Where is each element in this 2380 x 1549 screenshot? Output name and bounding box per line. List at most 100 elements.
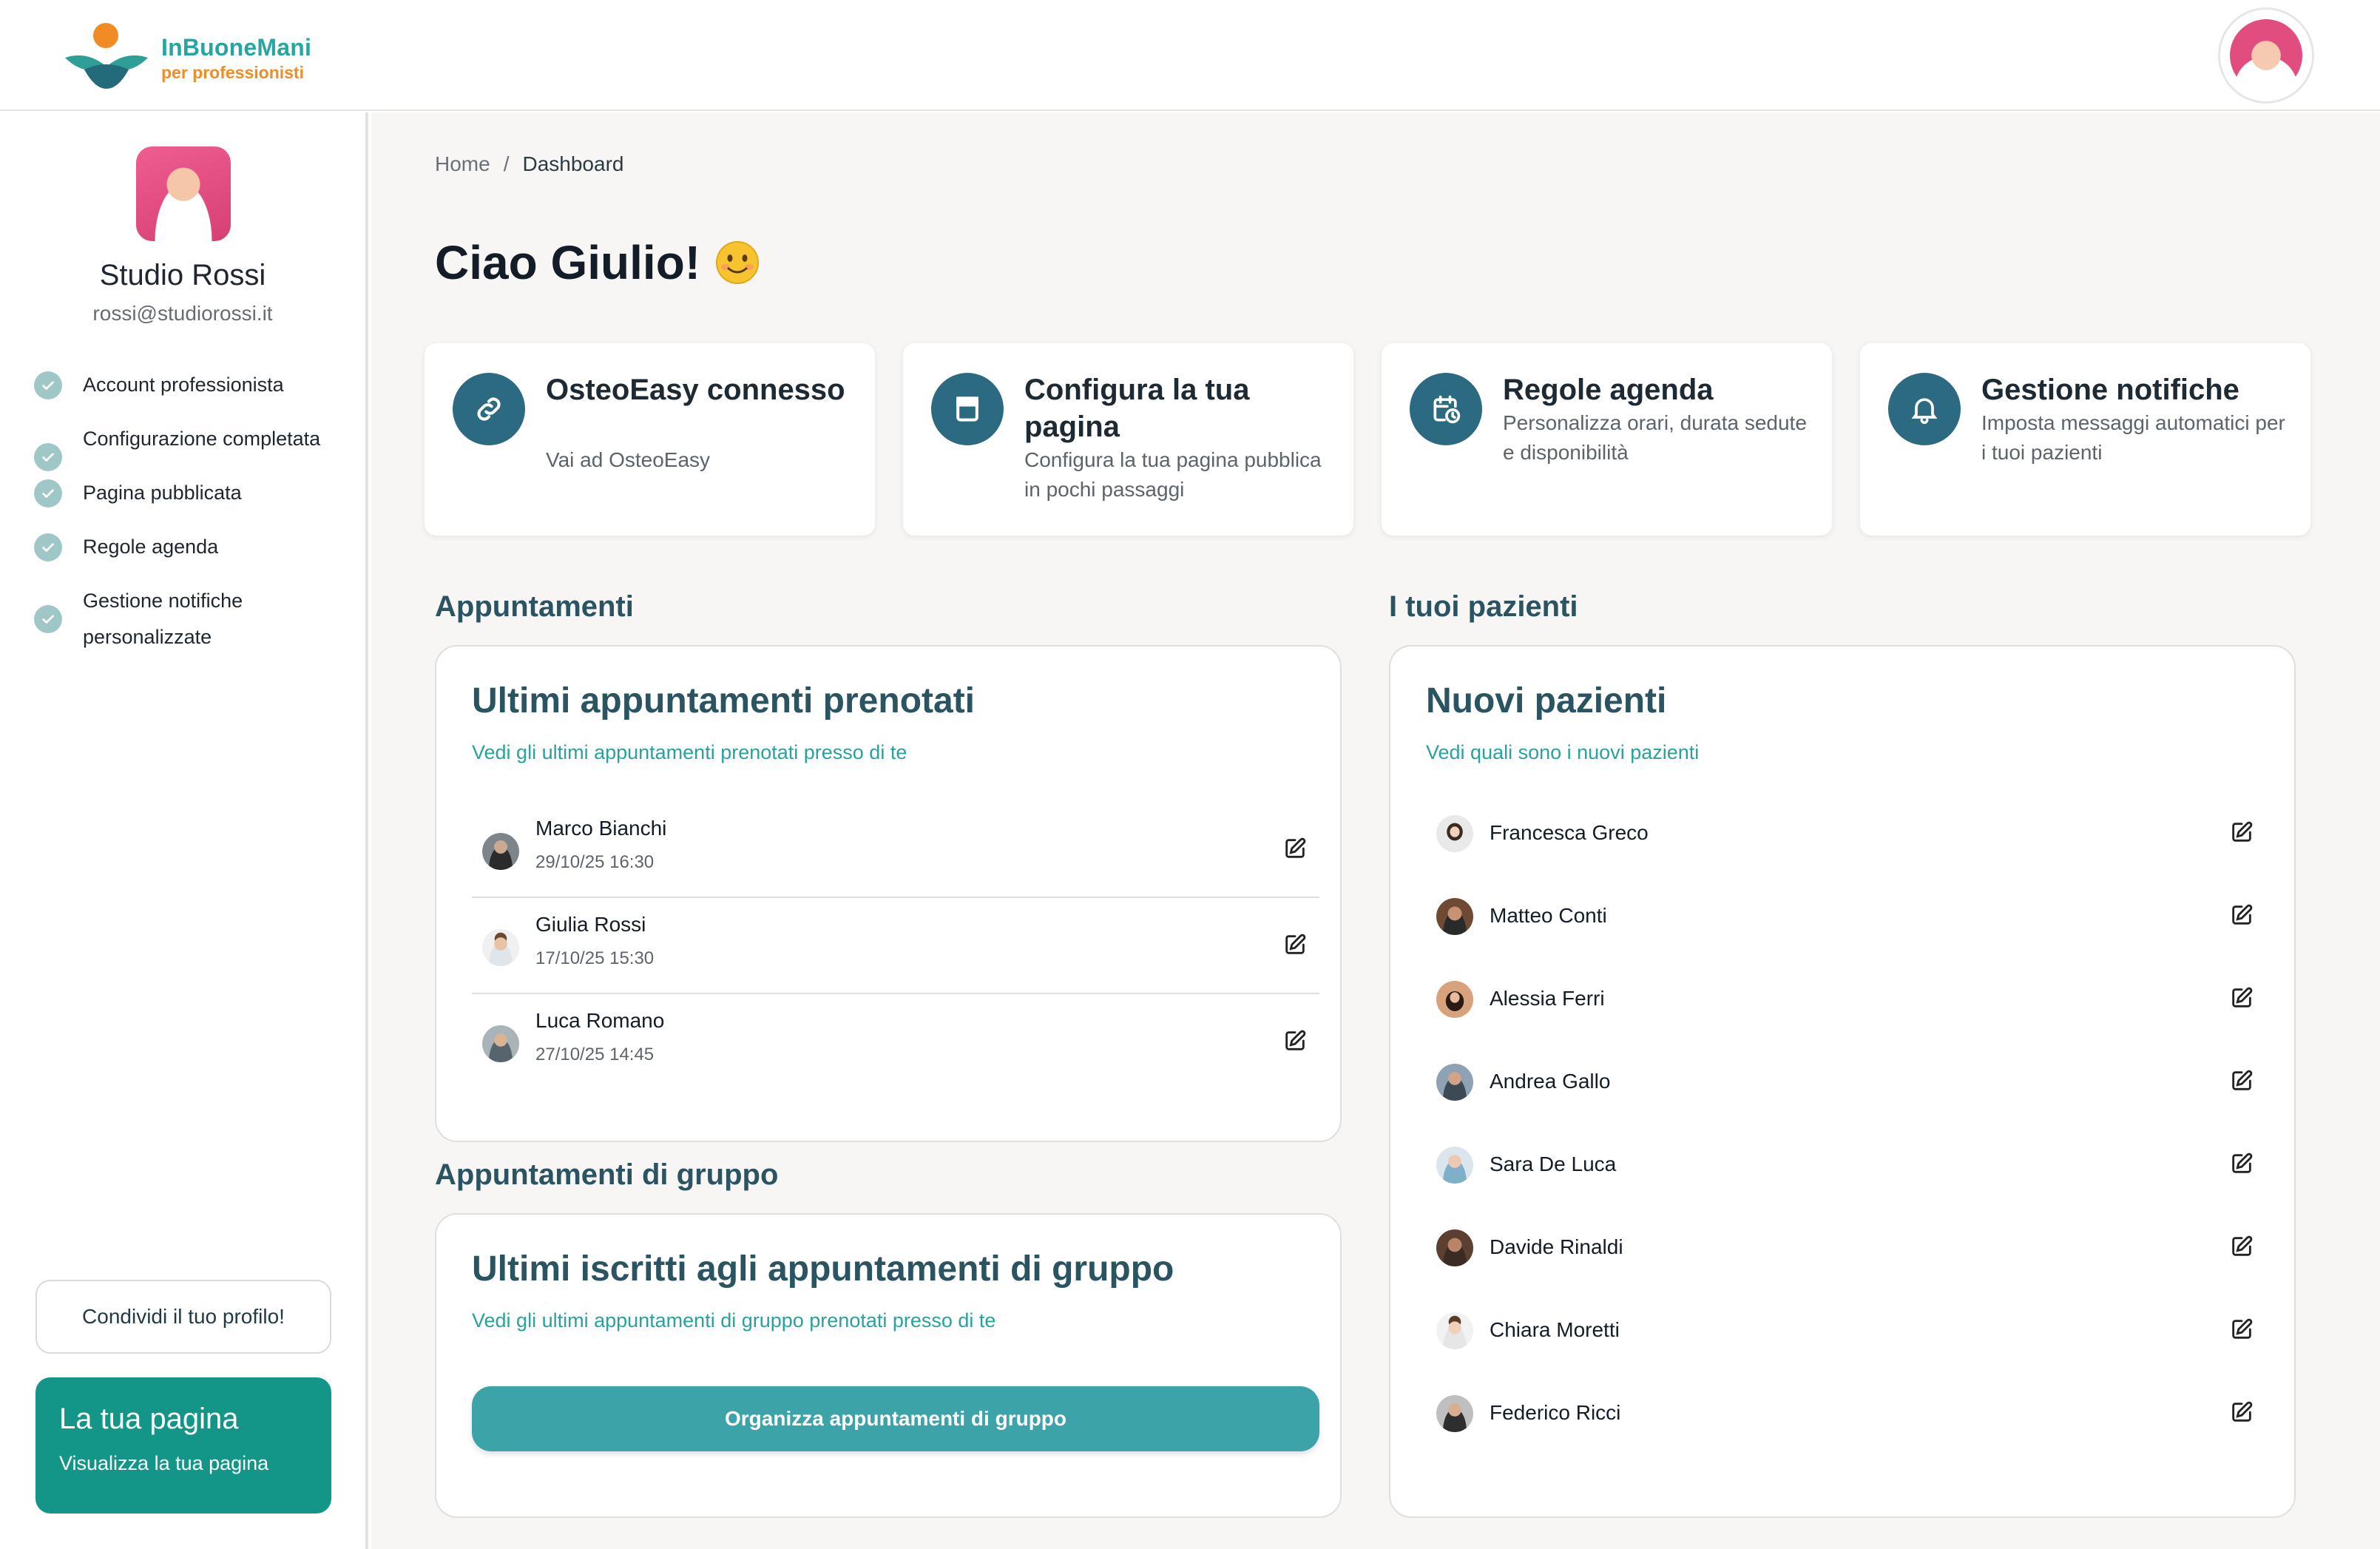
avatar xyxy=(1436,1395,1473,1432)
patients-section-title: I tuoi pazienti xyxy=(1389,590,1578,623)
appointment-row[interactable]: Marco Bianchi 29/10/25 16:30 xyxy=(472,803,1319,898)
breadcrumb: Home / Dashboard xyxy=(435,152,623,176)
breadcrumb-home[interactable]: Home xyxy=(435,152,490,176)
tile-subtitle: Configura la tua pagina pubblica in poch… xyxy=(1024,448,1322,501)
group-appointments-section-title: Appuntamenti di gruppo xyxy=(435,1158,779,1191)
user-avatar-button[interactable] xyxy=(2218,7,2314,104)
card-title: Ultimi appuntamenti prenotati xyxy=(472,681,976,720)
card-subtitle: Vedi gli ultimi appuntamenti di gruppo p… xyxy=(472,1309,996,1332)
patient-name: Francesca Greco xyxy=(1490,821,1649,844)
appointment-patient-name: Luca Romano xyxy=(535,1009,665,1032)
edit-icon[interactable] xyxy=(1282,1028,1308,1053)
onboarding-checklist: Account professionista Configurazione co… xyxy=(34,367,345,673)
edit-icon[interactable] xyxy=(2229,902,2254,928)
patient-row[interactable]: Matteo Conti xyxy=(1426,886,2262,945)
patient-row[interactable]: Sara De Luca xyxy=(1426,1135,2262,1194)
quick-actions: OsteoEasy connesso Vai ad OsteoEasy Conf… xyxy=(425,343,2310,536)
share-profile-button[interactable]: Condividi il tuo profilo! xyxy=(36,1280,331,1354)
brand-tagline: per professionisti xyxy=(161,63,304,82)
avatar xyxy=(1436,898,1473,935)
patient-row[interactable]: Francesca Greco xyxy=(1426,803,2262,863)
your-page-title: La tua pagina xyxy=(59,1403,239,1435)
page-title: Ciao Giulio! xyxy=(435,235,760,290)
brand-logo[interactable]: InBuoneMani per professionisti xyxy=(62,21,314,92)
appointment-row[interactable]: Luca Romano 27/10/25 14:45 xyxy=(472,996,1319,1090)
tile-subtitle: Imposta messaggi automatici per i tuoi p… xyxy=(1981,411,2285,464)
appointment-patient-name: Giulia Rossi xyxy=(535,913,646,936)
avatar xyxy=(1436,1229,1473,1266)
avatar xyxy=(1436,1064,1473,1101)
page-icon xyxy=(931,373,1004,445)
patient-row[interactable]: Chiara Moretti xyxy=(1426,1300,2262,1360)
profile-name: Studio Rossi xyxy=(99,259,266,291)
card-subtitle: Vedi quali sono i nuovi pazienti xyxy=(1426,741,1700,763)
breadcrumb-separator: / xyxy=(503,152,510,175)
edit-icon[interactable] xyxy=(1282,932,1308,957)
patient-row[interactable]: Davide Rinaldi xyxy=(1426,1218,2262,1277)
checklist-item-label: Account professionista xyxy=(83,374,284,396)
bell-icon xyxy=(1888,373,1961,445)
patient-name: Sara De Luca xyxy=(1490,1153,1617,1175)
check-circle-icon xyxy=(34,371,62,399)
card-subtitle: Vedi gli ultimi appuntamenti prenotati p… xyxy=(472,741,907,763)
new-patients-card: Nuovi pazienti Vedi quali sono i nuovi p… xyxy=(1389,645,2296,1518)
edit-icon[interactable] xyxy=(2229,1151,2254,1176)
main-content: Home / Dashboard Ciao Giulio! OsteoEasy … xyxy=(371,112,2380,1549)
avatar xyxy=(482,929,519,966)
edit-icon[interactable] xyxy=(2229,985,2254,1010)
patient-name: Federico Ricci xyxy=(1490,1401,1621,1424)
appointment-row[interactable]: Giulia Rossi 17/10/25 15:30 xyxy=(472,900,1319,994)
logo-mark-icon xyxy=(65,23,148,89)
group-appointments-card: Ultimi iscritti agli appuntamenti di gru… xyxy=(435,1213,1342,1518)
edit-icon[interactable] xyxy=(2229,1400,2254,1425)
tile-notifications[interactable]: Gestione notifiche Imposta messaggi auto… xyxy=(1860,343,2310,536)
appointments-section-title: Appuntamenti xyxy=(435,590,634,623)
edit-icon[interactable] xyxy=(2229,1068,2254,1093)
appointment-datetime: 29/10/25 16:30 xyxy=(535,852,655,872)
check-circle-icon xyxy=(34,605,62,633)
avatar xyxy=(1436,981,1473,1018)
top-bar: InBuoneMani per professionisti xyxy=(0,0,2380,111)
tile-title: Configura la tua pagina xyxy=(1024,374,1250,443)
profile-email: rossi@studiorossi.it xyxy=(92,302,273,325)
brand-name: InBuoneMani xyxy=(161,34,312,61)
calendar-clock-icon xyxy=(1410,373,1482,445)
tile-title: Regole agenda xyxy=(1503,374,1714,406)
appointment-datetime: 27/10/25 14:45 xyxy=(535,1045,655,1064)
edit-icon[interactable] xyxy=(1282,836,1308,861)
profile-avatar xyxy=(136,146,231,241)
check-circle-icon xyxy=(34,443,62,471)
breadcrumb-current: Dashboard xyxy=(522,152,624,175)
check-circle-icon xyxy=(34,479,62,507)
appointment-patient-name: Marco Bianchi xyxy=(535,817,667,840)
tile-agenda-rules[interactable]: Regole agenda Personalizza orari, durata… xyxy=(1382,343,1832,536)
sidebar: Studio Rossi rossi@studiorossi.it Accoun… xyxy=(0,112,368,1549)
checklist-item-label: Regole agenda xyxy=(83,536,219,558)
avatar xyxy=(1436,815,1473,852)
card-title: Nuovi pazienti xyxy=(1426,681,1667,720)
card-title: Ultimi iscritti agli appuntamenti di gru… xyxy=(472,1249,1174,1289)
avatar xyxy=(1436,1147,1473,1184)
tile-configure-page[interactable]: Configura la tua pagina Configura la tua… xyxy=(903,343,1353,536)
greeting-text: Ciao Giulio! xyxy=(435,236,701,289)
patient-name: Andrea Gallo xyxy=(1490,1070,1611,1093)
avatar xyxy=(482,833,519,870)
your-page-button[interactable]: La tua pagina Visualizza la tua pagina xyxy=(36,1377,331,1513)
edit-icon[interactable] xyxy=(2229,1234,2254,1259)
patient-name: Matteo Conti xyxy=(1490,904,1607,927)
edit-icon[interactable] xyxy=(2229,820,2254,845)
patient-row[interactable]: Federico Ricci xyxy=(1426,1383,2262,1442)
check-circle-icon xyxy=(34,533,62,561)
checklist-item-label: Pagina pubblicata xyxy=(83,482,242,504)
tile-osteoeasy[interactable]: OsteoEasy connesso Vai ad OsteoEasy xyxy=(425,343,875,536)
appointment-datetime: 17/10/25 15:30 xyxy=(535,948,655,968)
checklist-item: Gestione notifiche personalizzate xyxy=(34,583,345,655)
patient-row[interactable]: Andrea Gallo xyxy=(1426,1052,2262,1111)
avatar xyxy=(482,1025,519,1062)
edit-icon[interactable] xyxy=(2229,1317,2254,1342)
avatar xyxy=(2230,19,2302,92)
latest-appointments-card: Ultimi appuntamenti prenotati Vedi gli u… xyxy=(435,645,1342,1142)
tile-title: OsteoEasy connesso xyxy=(546,374,845,406)
organize-group-appointments-button[interactable]: Organizza appuntamenti di gruppo xyxy=(472,1386,1319,1451)
patient-row[interactable]: Alessia Ferri xyxy=(1426,969,2262,1028)
